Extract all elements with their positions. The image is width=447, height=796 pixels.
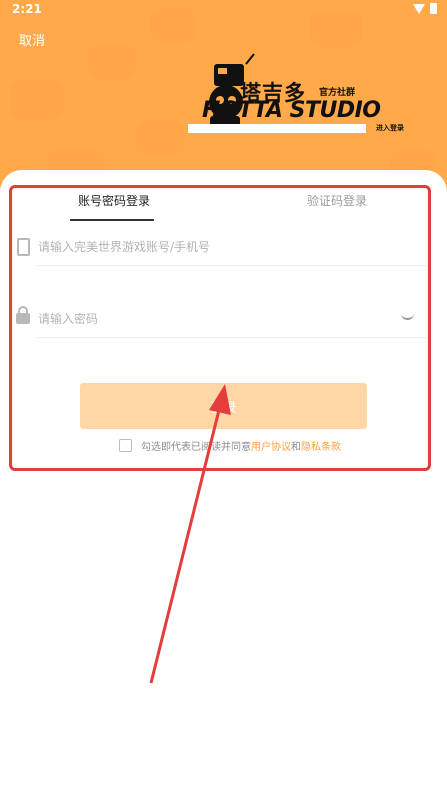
annotation-arrow-icon [149, 384, 231, 684]
